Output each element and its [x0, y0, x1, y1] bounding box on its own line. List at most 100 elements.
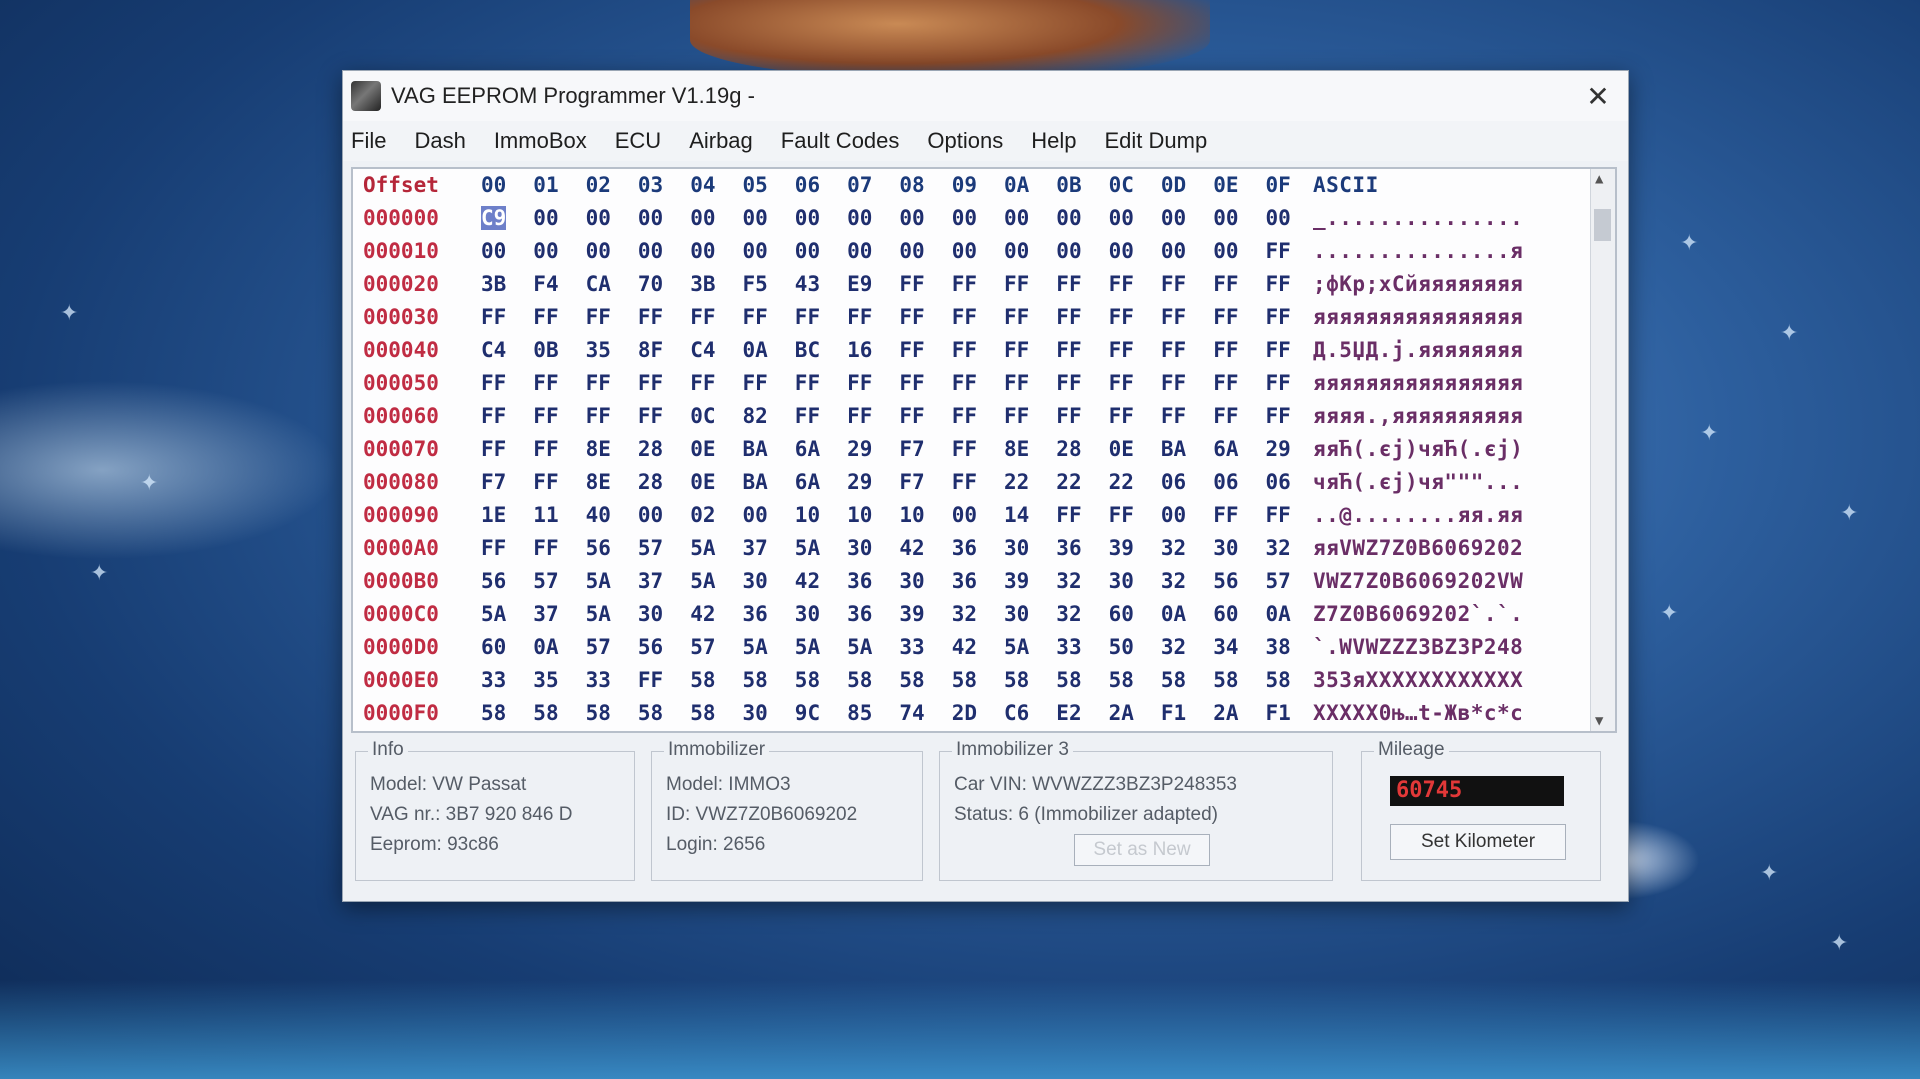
hex-byte[interactable]: 9C	[795, 701, 820, 725]
hex-byte[interactable]: 5A	[690, 569, 715, 593]
hex-byte[interactable]: 00	[586, 206, 611, 230]
hex-byte[interactable]: FF	[533, 404, 558, 428]
hex-byte[interactable]: FF	[1004, 404, 1029, 428]
hex-byte[interactable]: 00	[1213, 206, 1238, 230]
menu-help[interactable]: Help	[1031, 128, 1076, 154]
hex-byte[interactable]: 30	[743, 701, 768, 725]
hex-byte[interactable]: 8E	[586, 470, 611, 494]
hex-byte[interactable]: 35	[586, 338, 611, 362]
hex-byte[interactable]: 5A	[481, 602, 506, 626]
hex-byte[interactable]: 58	[1266, 668, 1291, 692]
hex-byte[interactable]: 58	[1161, 668, 1186, 692]
ascii-text[interactable]: Z7Z0B6069202`.`.	[1313, 602, 1523, 626]
hex-byte[interactable]: 70	[638, 272, 663, 296]
hex-byte[interactable]: FF	[1266, 404, 1291, 428]
hex-byte[interactable]: 00	[690, 206, 715, 230]
hex-byte[interactable]: FF	[899, 272, 924, 296]
hex-byte[interactable]: 3B	[481, 272, 506, 296]
hex-byte[interactable]: FF	[1056, 338, 1081, 362]
hex-byte[interactable]: CA	[586, 272, 611, 296]
hex-byte[interactable]: 06	[1213, 470, 1238, 494]
hex-byte[interactable]: 60	[1109, 602, 1134, 626]
hex-byte[interactable]: FF	[899, 305, 924, 329]
hex-byte[interactable]: 00	[1161, 239, 1186, 263]
hex-byte[interactable]: 50	[1109, 635, 1134, 659]
hex-byte[interactable]: 22	[1109, 470, 1134, 494]
hex-byte[interactable]: 58	[795, 668, 820, 692]
hex-byte[interactable]: FF	[952, 338, 977, 362]
ascii-text[interactable]: VWZ7Z0B6069202VW	[1313, 569, 1523, 593]
hex-byte[interactable]: 30	[1213, 536, 1238, 560]
hex-byte[interactable]: 00	[1161, 503, 1186, 527]
hex-byte[interactable]: FF	[1213, 272, 1238, 296]
ascii-text[interactable]: чяЋ(.єj)чя"""...	[1313, 470, 1523, 494]
hex-byte[interactable]: 36	[952, 569, 977, 593]
hex-byte[interactable]: FF	[638, 371, 663, 395]
hex-byte[interactable]: 58	[952, 668, 977, 692]
hex-byte[interactable]: FF	[1056, 272, 1081, 296]
hex-byte[interactable]: BA	[743, 470, 768, 494]
menu-dash[interactable]: Dash	[414, 128, 465, 154]
hex-byte[interactable]: 32	[1056, 569, 1081, 593]
hex-byte[interactable]: FF	[533, 371, 558, 395]
hex-byte[interactable]: 14	[1004, 503, 1029, 527]
hex-byte[interactable]: 74	[899, 701, 924, 725]
menu-airbag[interactable]: Airbag	[689, 128, 753, 154]
hex-byte[interactable]: 00	[533, 206, 558, 230]
hex-byte[interactable]: 00	[952, 206, 977, 230]
hex-byte[interactable]: BC	[795, 338, 820, 362]
hex-byte[interactable]: 5A	[1004, 635, 1029, 659]
hex-byte[interactable]: 42	[690, 602, 715, 626]
hex-byte[interactable]: FF	[1109, 503, 1134, 527]
hex-byte[interactable]: FF	[743, 305, 768, 329]
hex-byte[interactable]: 6A	[795, 437, 820, 461]
hex-byte[interactable]: 58	[847, 668, 872, 692]
ascii-text[interactable]: ...............я	[1313, 239, 1523, 263]
hex-byte[interactable]: 57	[638, 536, 663, 560]
hex-byte[interactable]: FF	[899, 404, 924, 428]
hex-byte[interactable]: 58	[1004, 668, 1029, 692]
hex-byte[interactable]: 56	[1213, 569, 1238, 593]
title-bar[interactable]: VAG EEPROM Programmer V1.19g - ✕	[343, 71, 1628, 121]
hex-byte[interactable]: 58	[743, 668, 768, 692]
ascii-text[interactable]: яяяя.,яяяяяяяяяя	[1313, 404, 1523, 428]
hex-byte[interactable]: 00	[743, 503, 768, 527]
hex-byte[interactable]: 43	[795, 272, 820, 296]
hex-byte[interactable]: C4	[481, 338, 506, 362]
ascii-text[interactable]: ..@........яя.яя	[1313, 503, 1523, 527]
hex-byte[interactable]: 60	[1213, 602, 1238, 626]
hex-byte[interactable]: C9	[481, 206, 507, 230]
hex-byte[interactable]: 06	[1161, 470, 1186, 494]
hex-byte[interactable]: 33	[481, 668, 506, 692]
hex-byte[interactable]: 30	[795, 602, 820, 626]
ascii-text[interactable]: яяVWZ7Z0B6069202	[1313, 536, 1523, 560]
hex-byte[interactable]: 30	[1004, 536, 1029, 560]
ascii-text[interactable]: яяЋ(.єj)чяЋ(.єj)	[1313, 437, 1523, 461]
hex-byte[interactable]: FF	[1004, 305, 1029, 329]
hex-byte[interactable]: 00	[743, 239, 768, 263]
hex-editor[interactable]: ▲ ▼ Offset 00 01 02 03 04 05 06 07 08 09 0A 0B 0C 0D 0E…	[351, 167, 1617, 733]
hex-byte[interactable]: 10	[847, 503, 872, 527]
hex-byte[interactable]: 00	[586, 239, 611, 263]
hex-byte[interactable]: FF	[481, 371, 506, 395]
hex-byte[interactable]: FF	[795, 404, 820, 428]
hex-byte[interactable]: FF	[586, 305, 611, 329]
hex-byte[interactable]: FF	[952, 470, 977, 494]
hex-byte[interactable]: 60	[481, 635, 506, 659]
hex-byte[interactable]: FF	[952, 305, 977, 329]
ascii-text[interactable]: XXXXX0њ…t-Жв*с*с	[1313, 701, 1523, 725]
hex-byte[interactable]: FF	[1161, 371, 1186, 395]
hex-byte[interactable]: 29	[1266, 437, 1291, 461]
hex-byte[interactable]: 0B	[533, 338, 558, 362]
hex-byte[interactable]: 5A	[586, 602, 611, 626]
hex-byte[interactable]: FF	[1056, 371, 1081, 395]
hex-byte[interactable]: 0A	[743, 338, 768, 362]
hex-byte[interactable]: F7	[899, 470, 924, 494]
hex-byte[interactable]: 00	[899, 206, 924, 230]
hex-byte[interactable]: 00	[690, 239, 715, 263]
hex-byte[interactable]: F7	[481, 470, 506, 494]
hex-byte[interactable]: 57	[586, 635, 611, 659]
menu-edit-dump[interactable]: Edit Dump	[1104, 128, 1207, 154]
hex-byte[interactable]: 00	[743, 206, 768, 230]
hex-byte[interactable]: FF	[1266, 272, 1291, 296]
